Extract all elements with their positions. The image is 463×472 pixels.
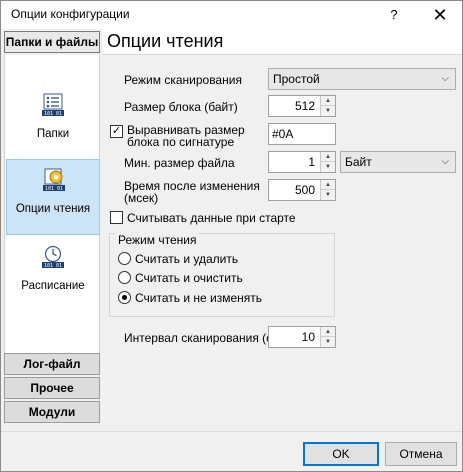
block-size-value: 512 (294, 99, 315, 113)
scan-interval-input[interactable]: 10 ▲ ▼ (268, 326, 336, 348)
scan-mode-select[interactable]: Простой ⌵ (268, 68, 456, 90)
group-other-button[interactable]: Прочее (4, 377, 100, 399)
spin-down-icon[interactable]: ▼ (321, 337, 335, 347)
help-button[interactable]: ? (379, 1, 409, 29)
ok-button[interactable]: OK (303, 442, 379, 466)
scan-mode-value: Простой (273, 72, 320, 86)
spin-down-icon[interactable]: ▼ (321, 190, 335, 200)
min-file-size-label: Мин. размер файла (124, 156, 235, 170)
nav-item-label: Опции чтения (15, 203, 91, 215)
read-mode-option-label: Считать и не изменять (135, 291, 263, 305)
svg-text:101 01: 101 01 (45, 186, 63, 192)
block-size-label: Размер блока (байт) (124, 100, 238, 114)
time-after-change-value: 500 (294, 183, 315, 197)
align-block-checkbox[interactable]: ✓ (110, 125, 123, 138)
cancel-button[interactable]: Отмена (385, 442, 457, 466)
svg-text:101 01: 101 01 (44, 111, 62, 117)
signature-input[interactable]: #0A (268, 123, 336, 145)
read-on-start-label: Считывать данные при старте (127, 211, 296, 225)
align-block-label: Выравнивать размер блока по сигнатуре (127, 123, 245, 149)
close-button[interactable]: ✕ (422, 1, 458, 29)
read-mode-radio-clear[interactable] (118, 271, 131, 284)
folders-icon: 101 01 (42, 93, 64, 117)
read-mode-option-label: Считать и очистить (135, 271, 243, 285)
left-navigation: Папки и файлы 101 01 Папки 101 01 Опции … (1, 29, 103, 431)
title-bar: Опции конфигурации ? ✕ (1, 1, 462, 29)
scan-interval-label: Интервал сканирования (сек) (124, 331, 289, 345)
spin-down-icon[interactable]: ▼ (321, 162, 335, 172)
time-after-change-label: Время после изменения (мсек) (124, 179, 260, 205)
read-mode-radio-keep[interactable] (118, 291, 131, 304)
min-file-size-input[interactable]: 1 ▲ ▼ (268, 151, 336, 173)
group-modules-button[interactable]: Модули (4, 401, 100, 423)
config-options-window: Опции конфигурации ? ✕ Папки и файлы 101… (0, 0, 463, 472)
spin-up-icon[interactable]: ▲ (321, 180, 335, 190)
group-folders-and-files-button[interactable]: Папки и файлы (4, 31, 100, 53)
nav-item-folders[interactable]: 101 01 Папки (6, 85, 100, 161)
nav-item-label: Папки (36, 128, 70, 140)
signature-value: #0A (272, 127, 294, 141)
group-log-file-button[interactable]: Лог-файл (4, 353, 100, 375)
reading-options-icon: 101 01 (43, 168, 65, 192)
min-file-size-value: 1 (308, 155, 315, 169)
read-on-start-checkbox[interactable] (110, 211, 123, 224)
scan-interval-spinner[interactable]: ▲ ▼ (320, 327, 335, 347)
read-mode-title: Режим чтения (115, 233, 200, 247)
spin-down-icon[interactable]: ▼ (321, 106, 335, 116)
block-size-input[interactable]: 512 ▲ ▼ (268, 95, 336, 117)
window-title: Опции конфигурации (11, 7, 130, 21)
scan-interval-value: 10 (301, 330, 315, 344)
spin-up-icon[interactable]: ▲ (321, 96, 335, 106)
min-file-size-unit-value: Байт (345, 155, 372, 169)
nav-item-reading-options[interactable]: 101 01 Опции чтения (6, 159, 100, 235)
spin-up-icon[interactable]: ▲ (321, 152, 335, 162)
min-file-size-unit-select[interactable]: Байт ⌵ (340, 151, 456, 173)
time-after-change-input[interactable]: 500 ▲ ▼ (268, 179, 336, 201)
time-after-change-spinner[interactable]: ▲ ▼ (320, 180, 335, 200)
nav-list: 101 01 Папки 101 01 Опции чтения 101 01 … (4, 55, 100, 373)
read-mode-radio-delete[interactable] (118, 252, 131, 265)
section-header: Опции чтения (103, 29, 462, 55)
chevron-down-icon: ⌵ (441, 73, 449, 84)
dialog-footer: OK Отмена (1, 431, 462, 471)
svg-text:101 01: 101 01 (44, 263, 62, 269)
schedule-icon: 101 01 (42, 245, 64, 269)
block-size-spinner[interactable]: ▲ ▼ (320, 96, 335, 116)
read-mode-option-label: Считать и удалить (135, 252, 239, 266)
nav-item-label: Расписание (21, 280, 85, 292)
scan-mode-label: Режим сканирования (124, 73, 242, 87)
min-file-size-spinner[interactable]: ▲ ▼ (320, 152, 335, 172)
chevron-down-icon: ⌵ (441, 156, 449, 167)
spin-up-icon[interactable]: ▲ (321, 327, 335, 337)
nav-item-schedule[interactable]: 101 01 Расписание (6, 237, 100, 313)
section-title: Опции чтения (107, 31, 224, 51)
